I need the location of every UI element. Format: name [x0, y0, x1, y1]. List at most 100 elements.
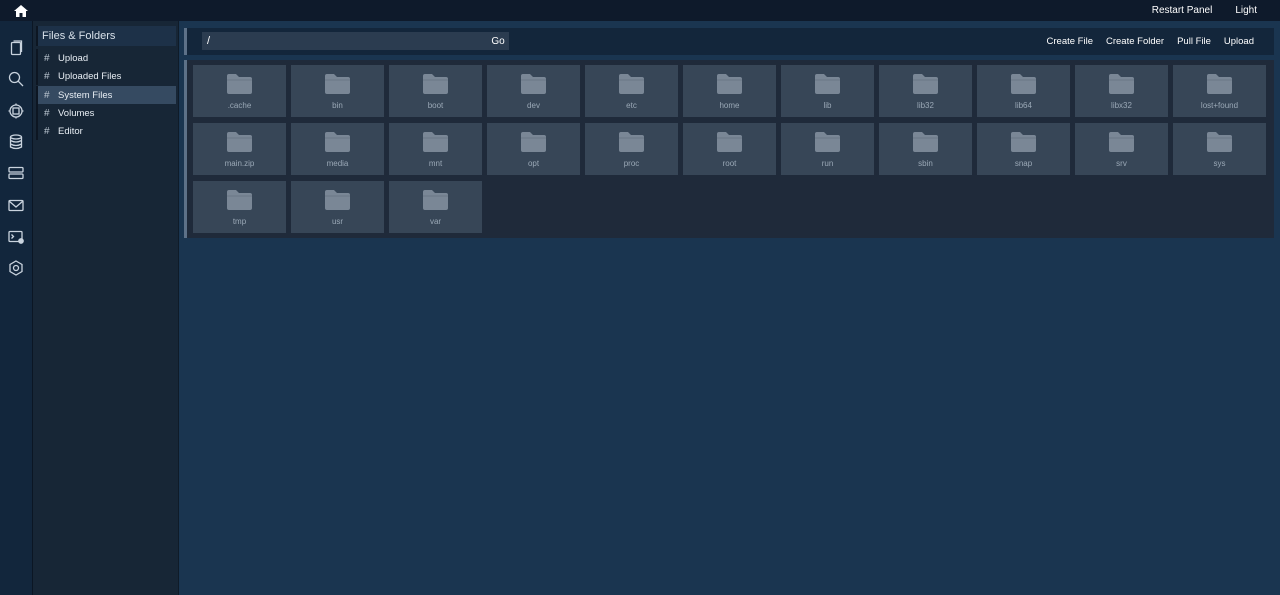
folder-tile[interactable]: media — [291, 123, 384, 175]
sidebar-item-upload[interactable]: # Upload — [36, 49, 176, 67]
search-icon[interactable] — [5, 68, 27, 90]
database-icon[interactable] — [5, 131, 27, 153]
folder-tile[interactable]: lib32 — [879, 65, 972, 117]
folder-icon — [520, 131, 547, 153]
server-icon[interactable] — [5, 162, 27, 184]
folder-tile[interactable]: home — [683, 65, 776, 117]
folder-tile[interactable]: sbin — [879, 123, 972, 175]
create-folder-button[interactable]: Create Folder — [1106, 36, 1164, 47]
folder-icon — [324, 131, 351, 153]
folder-tile[interactable]: root — [683, 123, 776, 175]
folder-name: run — [821, 159, 834, 168]
folder-name: media — [326, 159, 349, 168]
folder-name: boot — [427, 101, 444, 110]
top-bar: Restart Panel Light — [0, 0, 1280, 21]
folder-name: bin — [332, 101, 343, 110]
folder-name: lib32 — [917, 101, 934, 110]
hash-icon: # — [44, 125, 50, 137]
pull-file-button[interactable]: Pull File — [1177, 36, 1211, 47]
icon-sidebar — [0, 21, 33, 595]
folder-tile[interactable]: opt — [487, 123, 580, 175]
mail-icon[interactable] — [5, 194, 27, 216]
folder-tile[interactable]: sys — [1173, 123, 1266, 175]
folder-tile[interactable]: libx32 — [1075, 65, 1168, 117]
folder-name: home — [719, 101, 740, 110]
folder-icon — [716, 73, 743, 95]
path-input[interactable] — [202, 32, 487, 50]
folder-tile[interactable]: .cache — [193, 65, 286, 117]
folder-icon — [226, 189, 253, 211]
terminal-icon[interactable] — [5, 226, 27, 248]
folder-tile[interactable]: mnt — [389, 123, 482, 175]
folder-tile[interactable]: main.zip — [193, 123, 286, 175]
hash-icon: # — [44, 70, 50, 82]
files-sidebar: Files & Folders # Upload # Uploaded File… — [33, 21, 179, 595]
folder-icon — [422, 189, 449, 211]
folder-tile[interactable]: snap — [977, 123, 1070, 175]
go-button[interactable]: Go — [487, 32, 509, 50]
folder-tile[interactable]: tmp — [193, 181, 286, 233]
hash-icon: # — [44, 89, 50, 101]
folder-tile[interactable]: dev — [487, 65, 580, 117]
path-bar: Go Create File Create Folder Pull File U… — [184, 28, 1274, 55]
folder-icon — [1206, 131, 1233, 153]
folder-icon — [324, 189, 351, 211]
sidebar-item-label: Volumes — [58, 107, 95, 119]
cpu-icon[interactable] — [5, 100, 27, 122]
folder-name: proc — [623, 159, 640, 168]
sidebar-item-volumes[interactable]: # Volumes — [36, 104, 176, 122]
folder-name: .cache — [227, 101, 252, 110]
folder-icon — [814, 131, 841, 153]
folder-name: main.zip — [224, 159, 255, 168]
folder-name: tmp — [232, 217, 247, 226]
folder-name: etc — [626, 101, 637, 110]
folder-name: dev — [527, 101, 540, 110]
folder-tile[interactable]: lib64 — [977, 65, 1070, 117]
sidebar-item-label: System Files — [58, 89, 113, 101]
folder-tile[interactable]: lib — [781, 65, 874, 117]
folder-tile[interactable]: bin — [291, 65, 384, 117]
folder-name: libx32 — [1111, 101, 1132, 110]
theme-toggle-button[interactable]: Light — [1235, 5, 1257, 16]
sidebar-item-editor[interactable]: # Editor — [36, 122, 176, 140]
settings-icon[interactable] — [5, 257, 27, 279]
folder-tile[interactable]: srv — [1075, 123, 1168, 175]
folder-name: mnt — [428, 159, 443, 168]
folder-icon — [1010, 73, 1037, 95]
folder-icon — [814, 73, 841, 95]
folder-icon — [226, 131, 253, 153]
folder-tile[interactable]: proc — [585, 123, 678, 175]
folder-icon — [520, 73, 547, 95]
folder-name: var — [429, 217, 442, 226]
hash-icon: # — [44, 52, 50, 64]
restart-panel-button[interactable]: Restart Panel — [1152, 5, 1213, 16]
folder-icon — [912, 73, 939, 95]
folder-icon — [226, 73, 253, 95]
sidebar-item-system-files[interactable]: # System Files — [36, 86, 176, 104]
folder-tile[interactable]: etc — [585, 65, 678, 117]
folder-tile[interactable]: run — [781, 123, 874, 175]
folder-name: srv — [1116, 159, 1127, 168]
folder-name: sbin — [918, 159, 933, 168]
folder-icon — [716, 131, 743, 153]
folder-tile[interactable]: var — [389, 181, 482, 233]
folder-icon — [1108, 73, 1135, 95]
folder-name: opt — [527, 159, 540, 168]
folder-grid: .cache bin boot dev etc home lib lib32 lib64 libx… — [184, 60, 1274, 238]
folder-icon — [618, 131, 645, 153]
folder-icon — [618, 73, 645, 95]
sidebar-title: Files & Folders — [36, 26, 176, 46]
folder-tile[interactable]: usr — [291, 181, 384, 233]
folder-name: root — [722, 159, 737, 168]
upload-button[interactable]: Upload — [1224, 36, 1254, 47]
sidebar-item-label: Uploaded Files — [58, 70, 122, 82]
create-file-button[interactable]: Create File — [1047, 36, 1093, 47]
sidebar-item-uploaded-files[interactable]: # Uploaded Files — [36, 67, 176, 85]
folder-name: snap — [1014, 159, 1033, 168]
folder-tile[interactable]: boot — [389, 65, 482, 117]
folder-tile[interactable]: lost+found — [1173, 65, 1266, 117]
home-icon[interactable] — [10, 0, 32, 21]
files-icon[interactable] — [5, 37, 27, 59]
folder-icon — [324, 73, 351, 95]
folder-name: usr — [331, 217, 344, 226]
